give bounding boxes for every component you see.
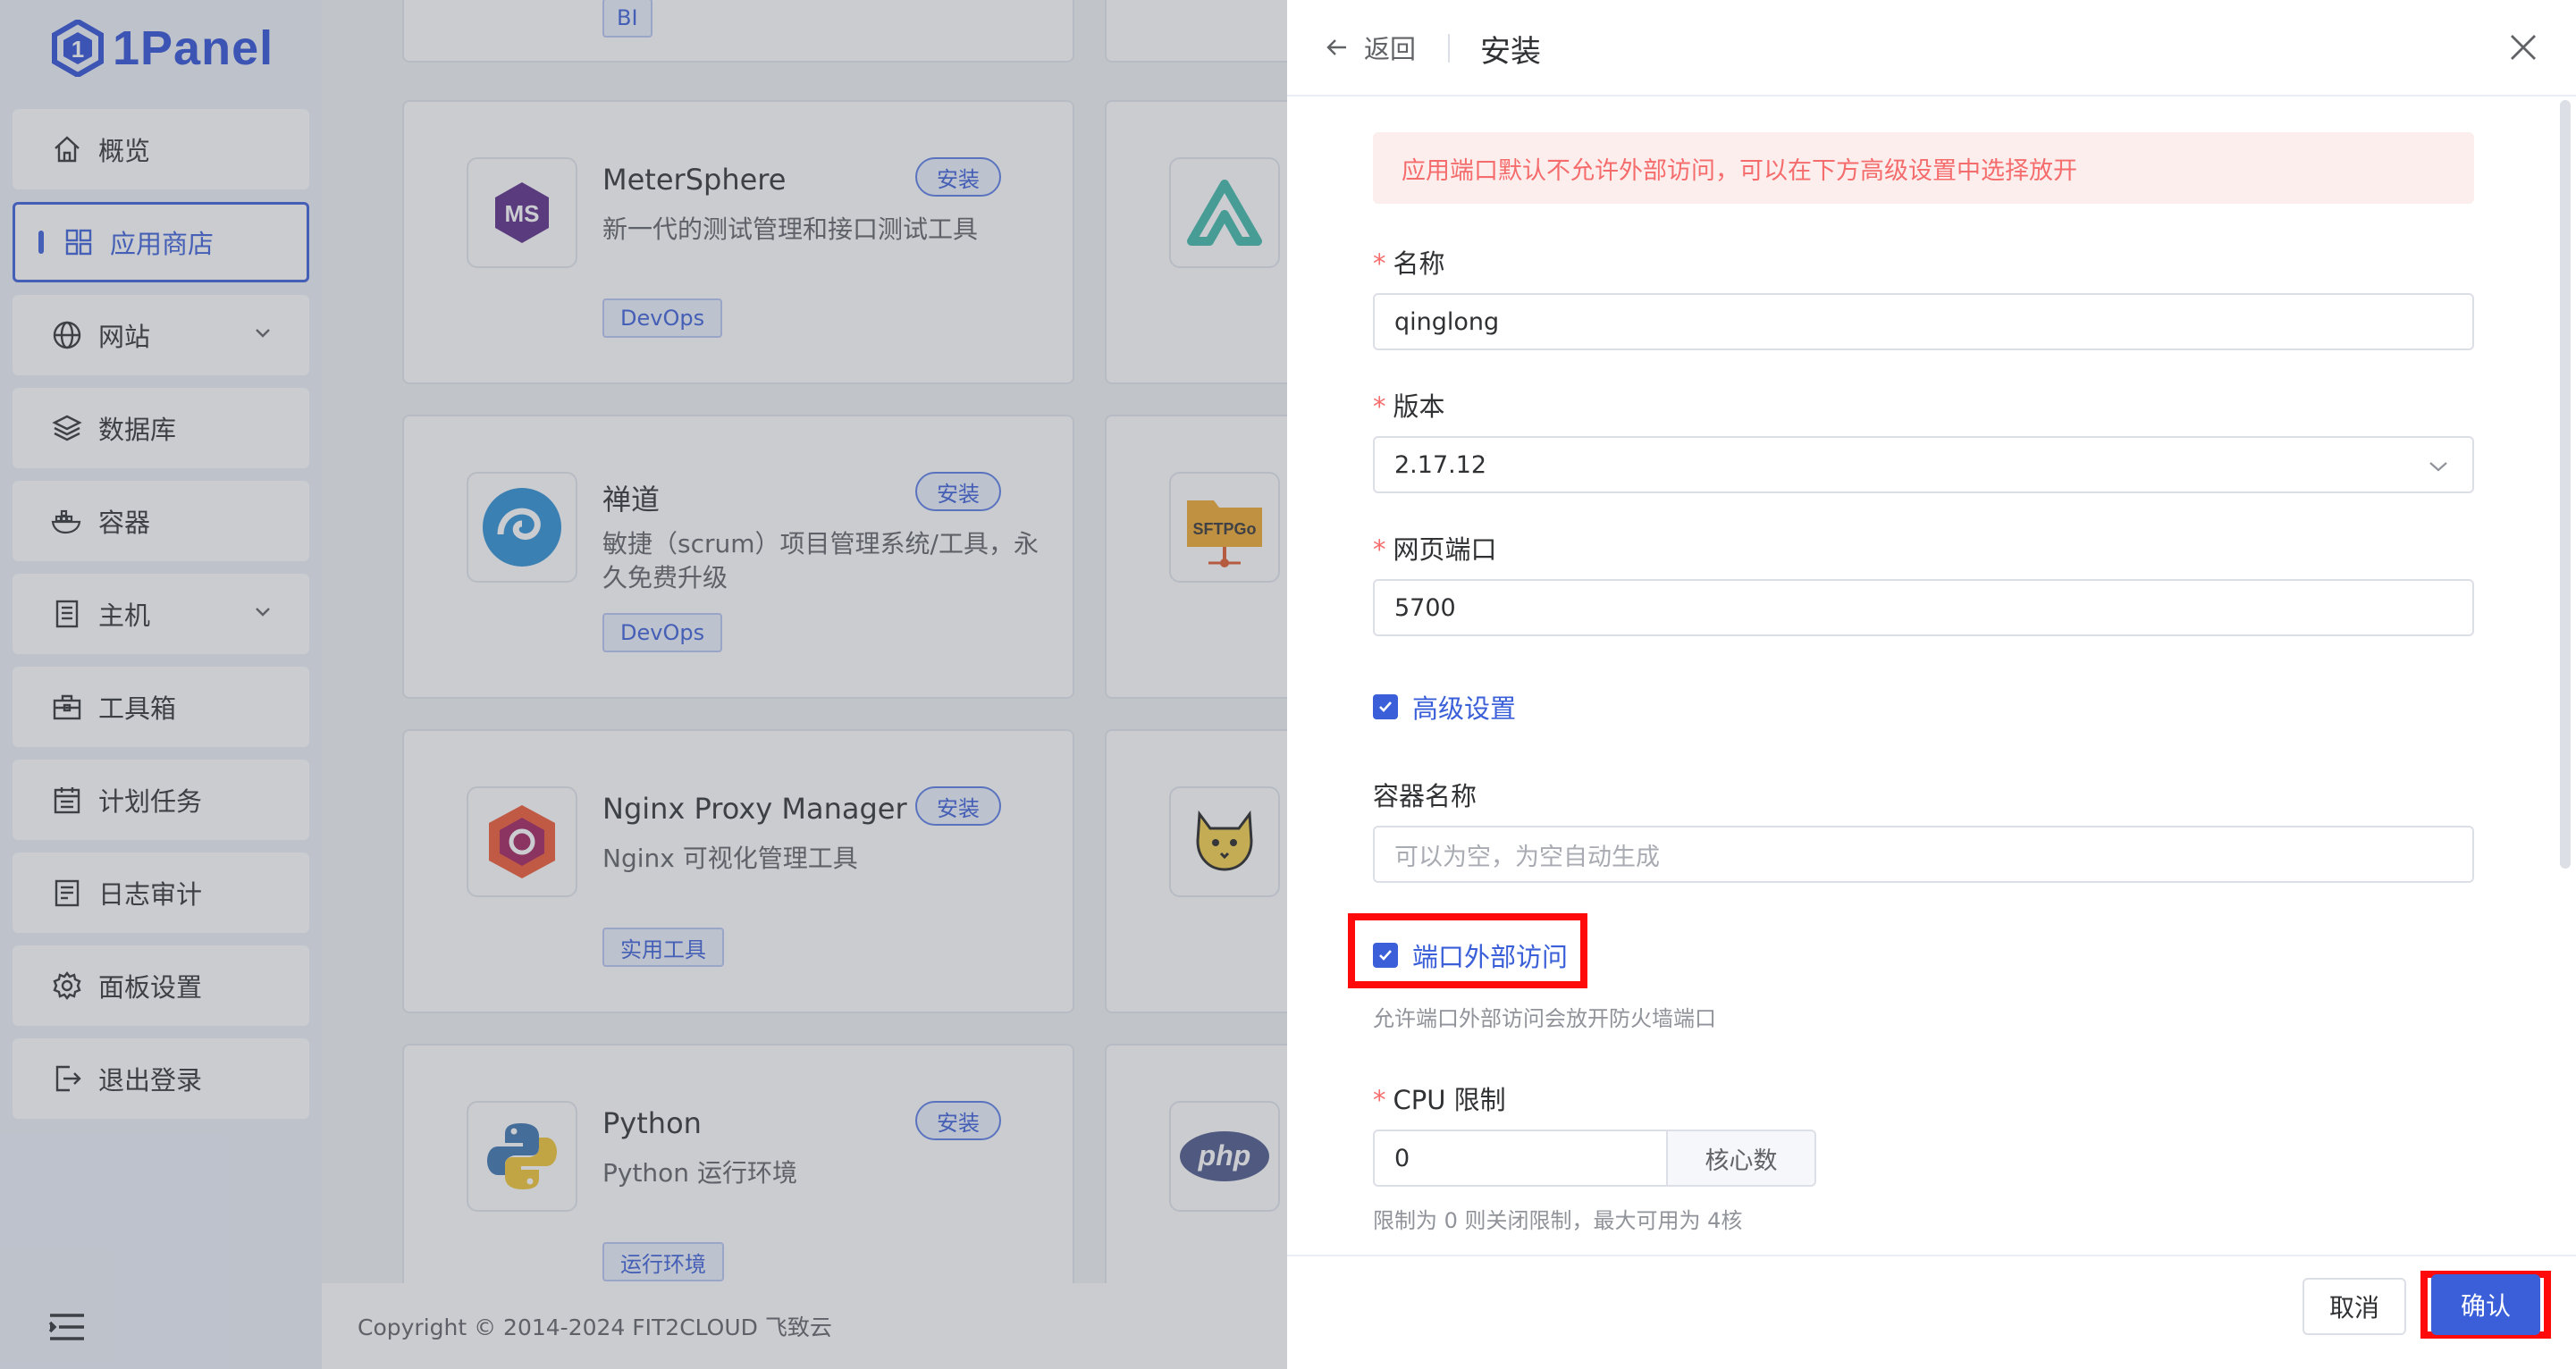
container-name-input[interactable]: 可以为空，为空自动生成	[1373, 826, 2474, 883]
advanced-settings-label: 高级设置	[1412, 693, 1517, 724]
version-label: * 版本	[1373, 391, 1445, 422]
drawer-scrollbar[interactable]	[2560, 100, 2571, 869]
cpu-unit: 核心数	[1668, 1130, 1816, 1187]
cancel-button[interactable]: 取消	[2302, 1278, 2406, 1335]
drawer-footer: 取消 确认	[1287, 1255, 2576, 1369]
checkbox-checked-icon	[1373, 694, 1398, 719]
checkbox-checked-icon	[1373, 943, 1398, 968]
advanced-settings-checkbox[interactable]: 高级设置	[1373, 688, 1516, 726]
cpu-limit-input[interactable]: 0	[1373, 1130, 1668, 1187]
version-select[interactable]: 2.17.12	[1373, 436, 2474, 493]
close-icon[interactable]	[2508, 32, 2538, 66]
drawer-header: 返回 安装	[1287, 0, 2576, 97]
name-label: * 名称	[1373, 248, 1445, 279]
back-button[interactable]: 返回	[1325, 29, 1416, 66]
version-value: 2.17.12	[1394, 450, 1487, 479]
drawer-overlay[interactable]	[0, 0, 1287, 1369]
back-label: 返回	[1364, 34, 1417, 64]
external-access-label: 端口外部访问	[1412, 942, 1569, 972]
warning-alert: 应用端口默认不允许外部访问，可以在下方高级设置中选择放开	[1373, 132, 2474, 204]
name-input[interactable]: qinglong	[1373, 293, 2474, 350]
port-input[interactable]: 5700	[1373, 579, 2474, 636]
confirm-button[interactable]: 确认	[2431, 1274, 2540, 1335]
chevron-down-icon	[2429, 462, 2447, 472]
cpu-limit-label: * CPU 限制	[1373, 1085, 1506, 1115]
drawer-title: 安装	[1480, 34, 1541, 70]
arrow-left-icon	[1326, 39, 1346, 55]
cpu-limit-group: 0 核心数	[1373, 1130, 1816, 1187]
port-label: * 网页端口	[1373, 534, 1497, 565]
cpu-limit-hint: 限制为 0 则关闭限制，最大可用为 4核	[1373, 1208, 1743, 1233]
header-divider	[1448, 34, 1450, 63]
install-drawer: 返回 安装 应用端口默认不允许外部访问，可以在下方高级设置中选择放开 * 名称 q…	[1287, 0, 2576, 1369]
external-access-hint: 允许端口外部访问会放开防火墙端口	[1373, 1006, 1716, 1031]
external-access-checkbox[interactable]: 端口外部访问	[1373, 936, 1568, 974]
container-name-label: 容器名称	[1373, 781, 1477, 811]
